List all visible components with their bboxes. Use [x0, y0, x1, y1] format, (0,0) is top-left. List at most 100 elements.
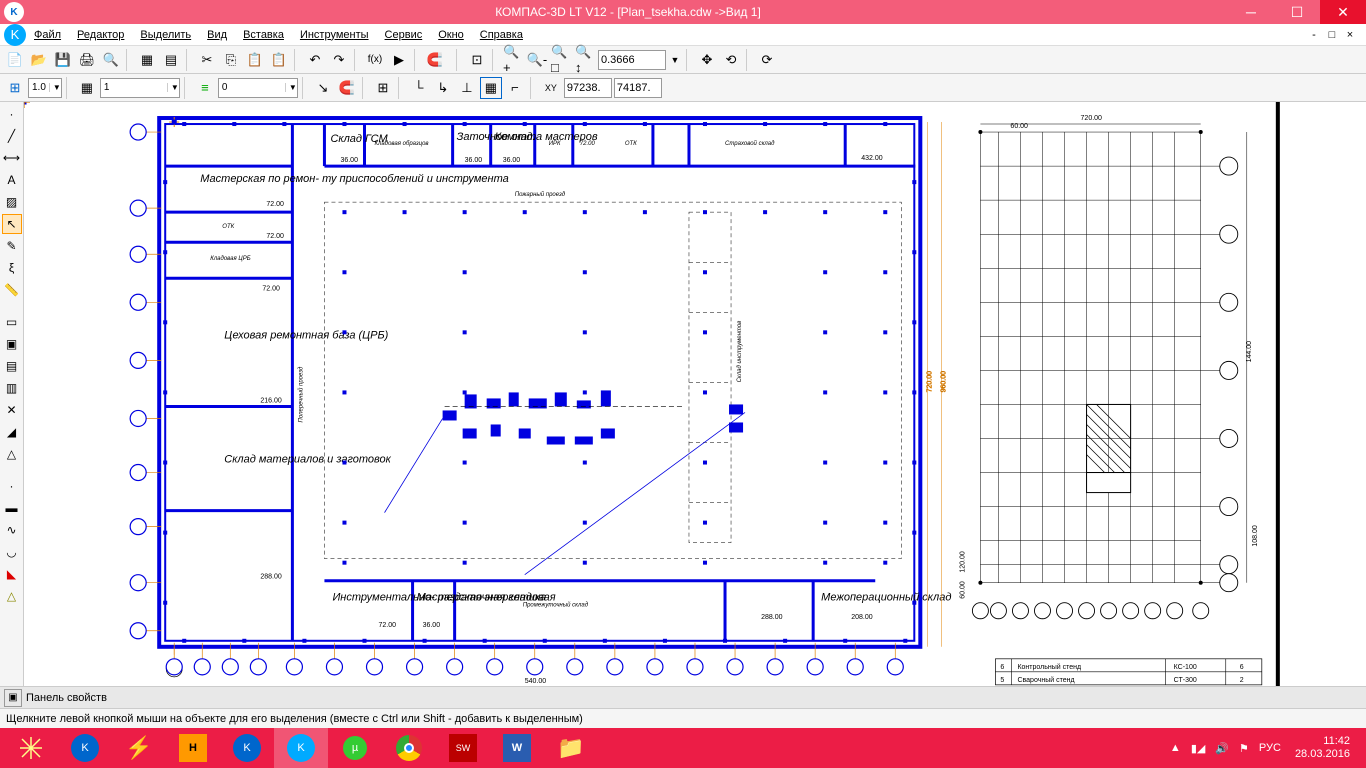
menu-view[interactable]: Вид: [199, 27, 235, 43]
tb-chrome[interactable]: [382, 728, 436, 768]
lt-param[interactable]: ξ: [2, 258, 22, 278]
magnet-icon[interactable]: 🧲: [424, 49, 446, 71]
tray-lang[interactable]: РУС: [1259, 742, 1281, 754]
menu-service[interactable]: Сервис: [377, 27, 431, 43]
tb-kompas[interactable]: K: [58, 728, 112, 768]
lt-view[interactable]: ▣: [2, 334, 22, 354]
save-icon[interactable]: 💾: [52, 49, 74, 71]
grid-icon[interactable]: ⊞: [372, 77, 394, 99]
undo-icon[interactable]: ↶: [304, 49, 326, 71]
mdi-max[interactable]: □: [1324, 29, 1340, 41]
orbit-icon[interactable]: ⟲: [720, 49, 742, 71]
paste-icon[interactable]: 📋: [244, 49, 266, 71]
tb-start[interactable]: [4, 728, 58, 768]
lt-crv[interactable]: ∿: [2, 520, 22, 540]
print-icon[interactable]: 🖨: [76, 49, 98, 71]
ortho-icon[interactable]: └: [408, 77, 430, 99]
tray-up-icon[interactable]: ▲: [1170, 742, 1181, 754]
lt-dim[interactable]: ⟷: [2, 148, 22, 168]
cut-icon[interactable]: ✂: [196, 49, 218, 71]
zoomin-icon[interactable]: 🔍+: [502, 49, 524, 71]
lt-ln2[interactable]: ▬: [2, 498, 22, 518]
lt-meas[interactable]: 📏: [2, 280, 22, 300]
lt-edit[interactable]: ✎: [2, 236, 22, 256]
round-icon[interactable]: ⌐: [504, 77, 526, 99]
new-icon[interactable]: 📄: [4, 49, 26, 71]
prop-icon[interactable]: ▦: [136, 49, 158, 71]
zoom-input[interactable]: [598, 50, 666, 70]
mdi-min[interactable]: -: [1306, 29, 1322, 41]
lt-pt2[interactable]: ·: [2, 476, 22, 496]
fx-icon[interactable]: f(x): [364, 49, 386, 71]
endsnap-icon[interactable]: ↘: [312, 77, 334, 99]
lt-surf[interactable]: ◢: [2, 422, 22, 442]
lt-arc[interactable]: ◡: [2, 542, 22, 562]
tray-clock[interactable]: 11:4228.03.2016: [1291, 735, 1354, 761]
lt-axis[interactable]: ✕: [2, 400, 22, 420]
lt-ylw[interactable]: △: [2, 586, 22, 606]
zoomd-icon[interactable]: 🔍↕: [574, 49, 596, 71]
kompas-icon[interactable]: K: [4, 24, 26, 46]
close-button[interactable]: ✕: [1320, 0, 1366, 24]
copy-icon[interactable]: ⎘: [220, 49, 242, 71]
menu-tools[interactable]: Инструменты: [292, 27, 377, 43]
lt-text[interactable]: A: [2, 170, 22, 190]
style-grid-icon[interactable]: ⊞: [4, 77, 26, 99]
lt-rect[interactable]: ▭: [2, 312, 22, 332]
coord-y[interactable]: [614, 78, 662, 98]
tree-icon[interactable]: ▤: [160, 49, 182, 71]
preview-icon[interactable]: 🔍: [100, 49, 122, 71]
mdi-close[interactable]: ×: [1342, 29, 1358, 41]
zoomw-icon[interactable]: 🔍□: [550, 49, 572, 71]
zoomout-icon[interactable]: 🔍-: [526, 49, 548, 71]
menu-help[interactable]: Справка: [472, 27, 531, 43]
open-icon[interactable]: 📂: [28, 49, 50, 71]
magnet2-icon[interactable]: 🧲: [336, 77, 358, 99]
properties-panel-bar[interactable]: ▣ Панель свойств: [0, 686, 1366, 708]
lt-hatch[interactable]: ▨: [2, 192, 22, 212]
redo-icon[interactable]: ↷: [328, 49, 350, 71]
lt-combo[interactable]: 0▼: [218, 78, 298, 98]
minimize-button[interactable]: ─: [1228, 0, 1274, 24]
dirsnap-icon[interactable]: ↳: [432, 77, 454, 99]
pan-icon[interactable]: ✥: [696, 49, 718, 71]
drawing-canvas[interactable]: Склад ГСМ Кладовая образцов Заточное отд…: [24, 102, 1366, 686]
param-icon[interactable]: ▦: [480, 77, 502, 99]
zoomdd-icon[interactable]: ▼: [668, 49, 682, 71]
menu-select[interactable]: Выделить: [132, 27, 199, 43]
layer-icon[interactable]: ▦: [76, 77, 98, 99]
tb-solidworks[interactable]: SW: [436, 728, 490, 768]
macro-icon[interactable]: ▶: [388, 49, 410, 71]
xy-icon[interactable]: XY: [540, 77, 562, 99]
lt-icon[interactable]: ≡: [194, 77, 216, 99]
zoomf-icon[interactable]: ⊡: [466, 49, 488, 71]
tray-net-icon[interactable]: ▮◢: [1191, 742, 1206, 755]
refresh-icon[interactable]: ⟳: [756, 49, 778, 71]
tb-utorrent[interactable]: µ: [328, 728, 382, 768]
scale-combo[interactable]: 1.0▼: [28, 78, 62, 98]
lt-point[interactable]: ·: [2, 104, 22, 124]
lt-arrow[interactable]: ↖: [2, 214, 22, 234]
menu-edit[interactable]: Редактор: [69, 27, 132, 43]
tb-kompas2[interactable]: K: [220, 728, 274, 768]
lt-cut[interactable]: ▤: [2, 356, 22, 376]
tb-word[interactable]: W: [490, 728, 544, 768]
maximize-button[interactable]: ☐: [1274, 0, 1320, 24]
tray-flag-icon[interactable]: ⚑: [1239, 742, 1249, 755]
menu-insert[interactable]: Вставка: [235, 27, 292, 43]
tb-app-h[interactable]: H: [166, 728, 220, 768]
menu-window[interactable]: Окно: [430, 27, 472, 43]
menu-file[interactable]: Файл: [26, 27, 69, 43]
layer-combo[interactable]: 1▼: [100, 78, 180, 98]
tray-vol-icon[interactable]: 🔊: [1215, 742, 1229, 755]
coord-x[interactable]: [564, 78, 612, 98]
lt-red[interactable]: ◣: [2, 564, 22, 584]
paste2-icon[interactable]: 📋: [268, 49, 290, 71]
tb-kompas3[interactable]: K: [274, 728, 328, 768]
tb-explorer[interactable]: 📁: [544, 728, 598, 768]
lt-weld[interactable]: △: [2, 444, 22, 464]
lt-sec[interactable]: ▥: [2, 378, 22, 398]
perp-icon[interactable]: ⊥: [456, 77, 478, 99]
tb-winamp[interactable]: ⚡: [112, 728, 166, 768]
lt-line[interactable]: ╱: [2, 126, 22, 146]
